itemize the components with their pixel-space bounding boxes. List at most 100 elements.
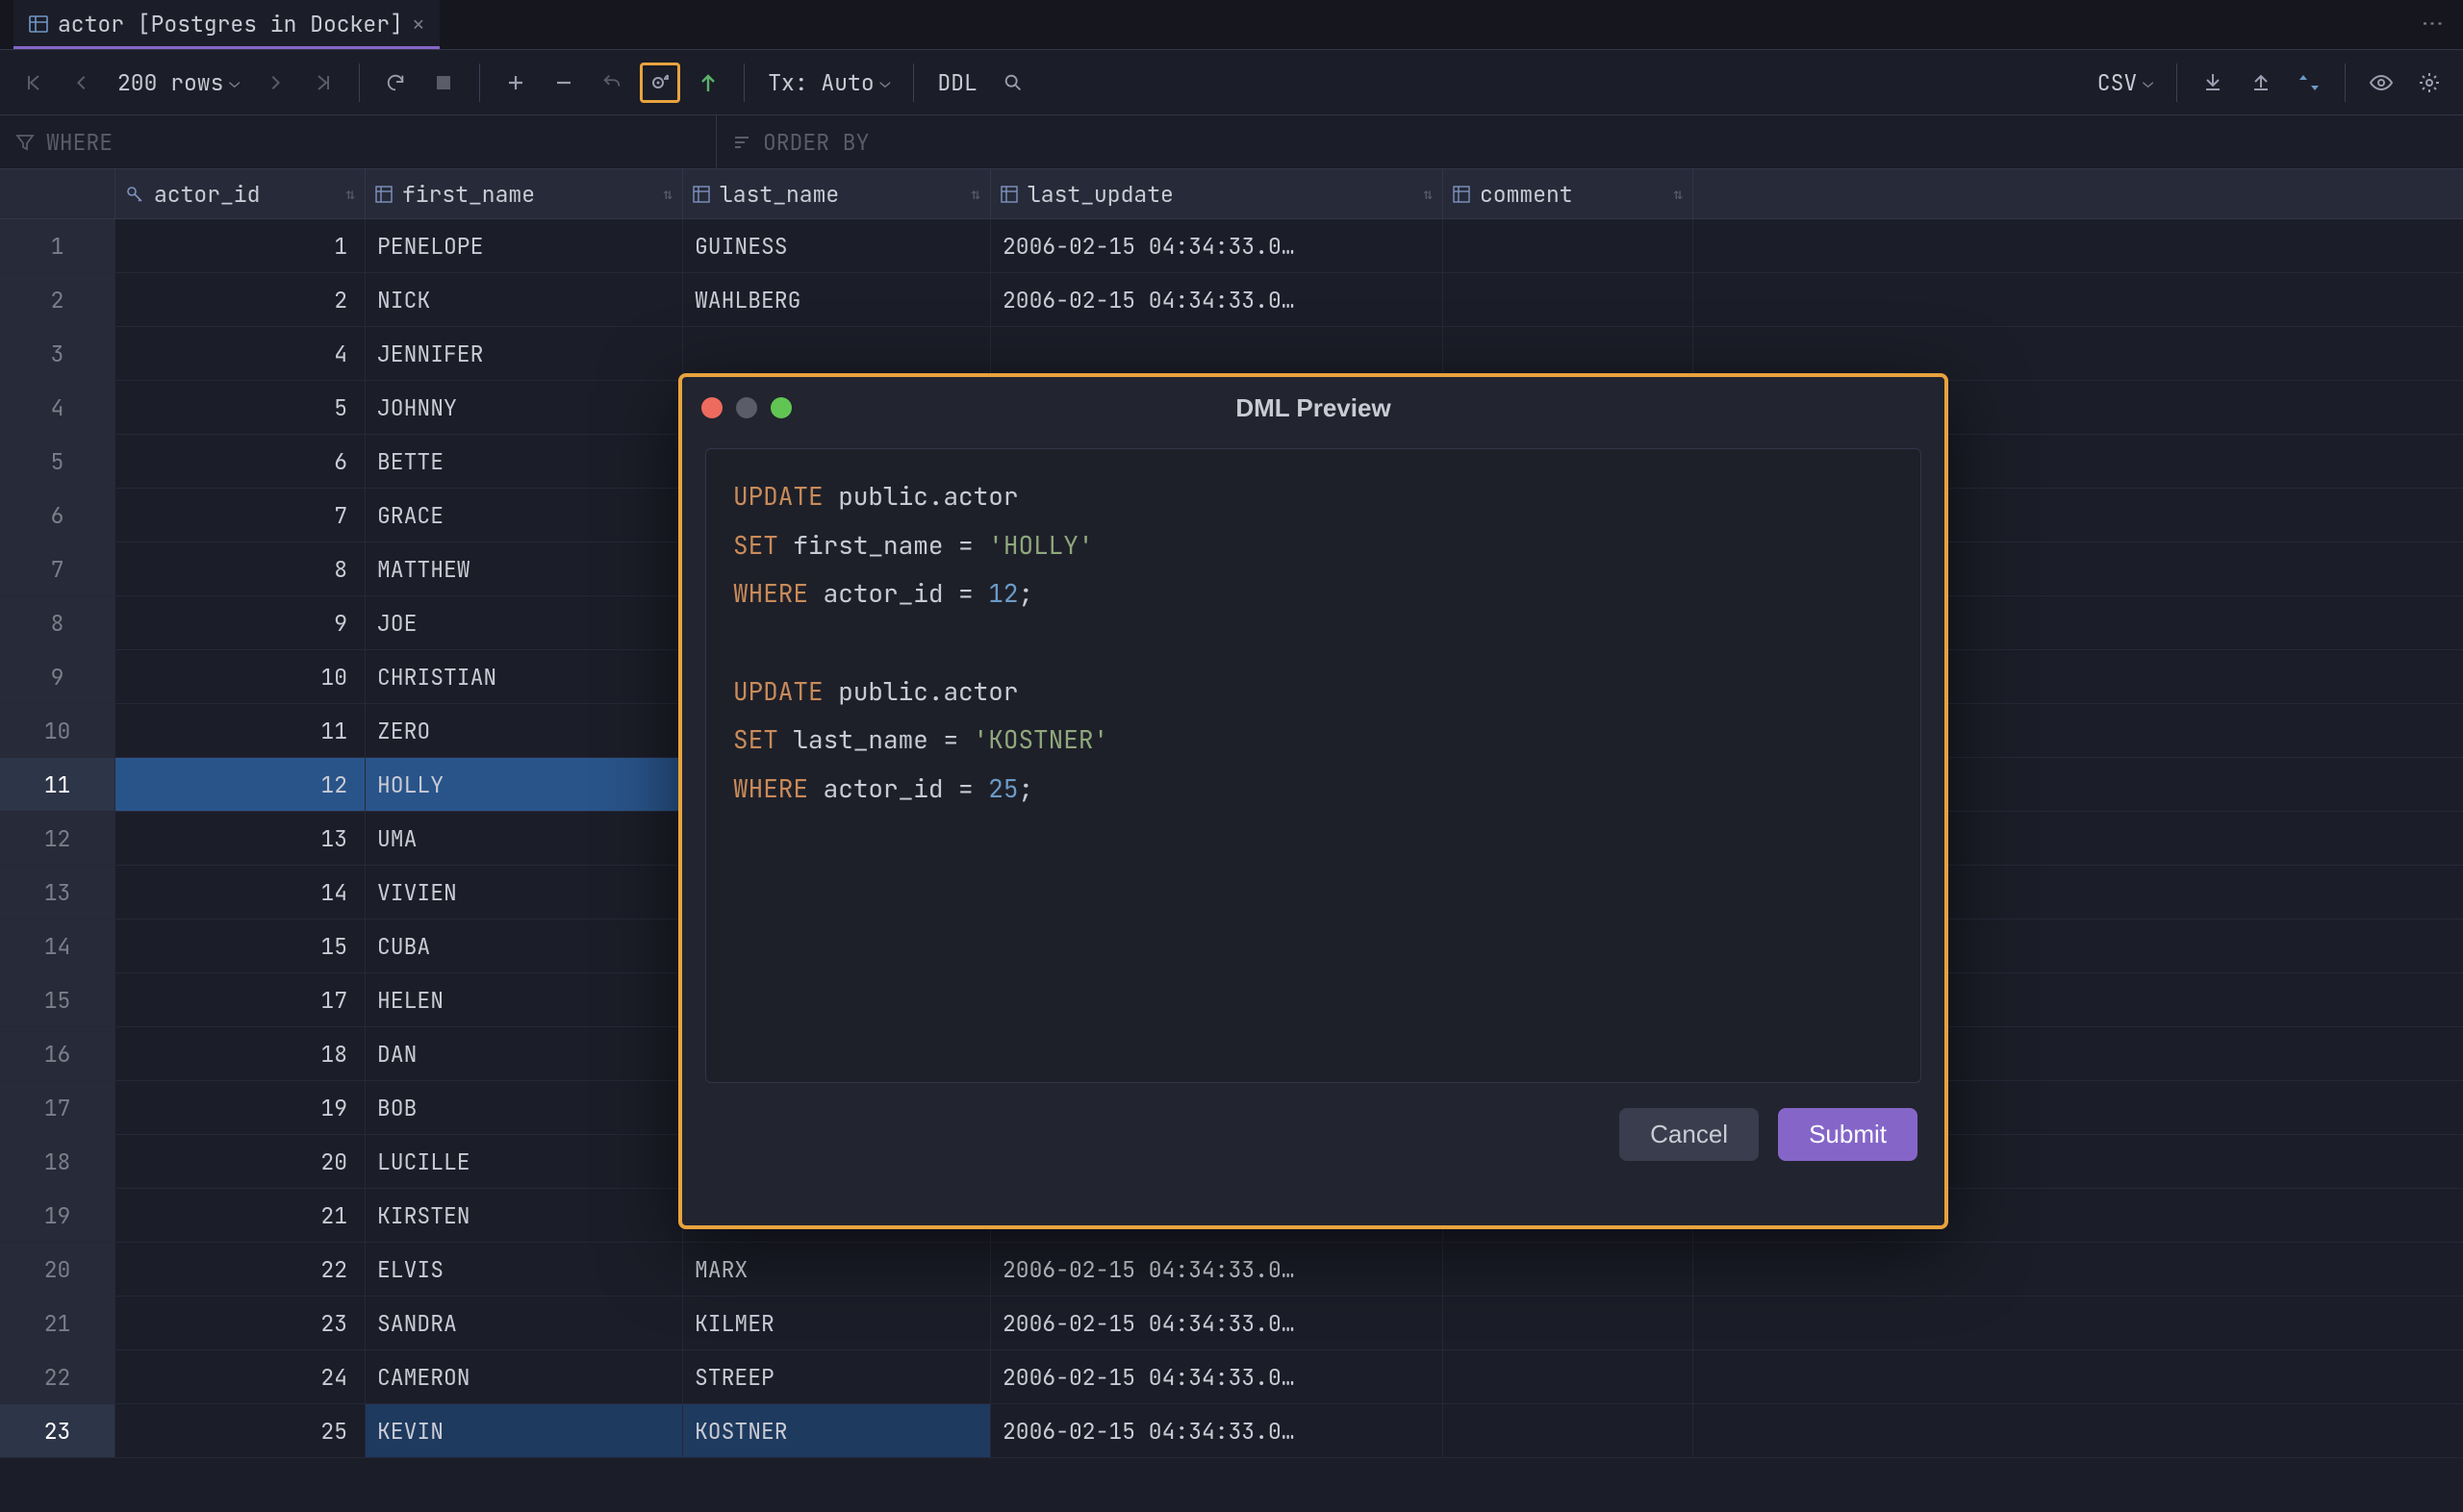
cell-first-name[interactable]: JOHNNY (366, 381, 683, 434)
sql-preview[interactable]: UPDATE public.actorSET first_name = 'HOL… (705, 448, 1921, 1083)
column-header-actor-id[interactable]: actor_id⇅ (115, 169, 366, 218)
row-number[interactable]: 21 (0, 1297, 115, 1349)
table-row[interactable]: 11PENELOPEGUINESS2006-02-15 04:34:33.0… (0, 219, 2463, 273)
cancel-button[interactable]: Cancel (1619, 1108, 1759, 1161)
table-row[interactable]: 2123SANDRAKILMER2006-02-15 04:34:33.0… (0, 1297, 2463, 1350)
cell-first-name[interactable]: JENNIFER (366, 327, 683, 380)
export-format-selector[interactable]: CSV⌄ (2090, 68, 2161, 97)
row-number[interactable]: 8 (0, 596, 115, 649)
cell-last-update[interactable]: 2006-02-15 04:34:33.0… (991, 219, 1443, 272)
cell-first-name[interactable]: KIRSTEN (366, 1189, 683, 1242)
cell-actor-id[interactable]: 1 (115, 219, 366, 272)
column-header-last-name[interactable]: last_name⇅ (683, 169, 991, 218)
cell-first-name[interactable]: HELEN (366, 973, 683, 1026)
row-number[interactable]: 6 (0, 489, 115, 542)
submit-button[interactable] (688, 63, 728, 103)
cell-last-name[interactable]: MARX (683, 1243, 991, 1296)
dialog-titlebar[interactable]: DML Preview (682, 377, 1944, 439)
cell-last-name[interactable]: WAHLBERG (683, 273, 991, 326)
tab-actor[interactable]: actor [Postgres in Docker] ✕ (13, 0, 440, 49)
cell-actor-id[interactable]: 12 (115, 758, 366, 811)
row-number[interactable]: 9 (0, 650, 115, 703)
cell-last-update[interactable]: 2006-02-15 04:34:33.0… (991, 1243, 1443, 1296)
tx-mode-selector[interactable]: Tx: Auto⌄ (760, 68, 898, 97)
row-number[interactable]: 1 (0, 219, 115, 272)
column-header-last-update[interactable]: last_update⇅ (991, 169, 1443, 218)
column-header-first-name[interactable]: first_name⇅ (366, 169, 683, 218)
cell-actor-id[interactable]: 15 (115, 920, 366, 972)
cell-first-name[interactable]: CUBA (366, 920, 683, 972)
cell-actor-id[interactable]: 22 (115, 1243, 366, 1296)
row-number[interactable]: 5 (0, 435, 115, 488)
row-number[interactable]: 18 (0, 1135, 115, 1188)
table-row[interactable]: 2224CAMERONSTREEP2006-02-15 04:34:33.0… (0, 1350, 2463, 1404)
row-number[interactable]: 23 (0, 1404, 115, 1457)
cell-actor-id[interactable]: 10 (115, 650, 366, 703)
cell-first-name[interactable]: KEVIN (366, 1404, 683, 1457)
revert-button[interactable] (592, 63, 632, 103)
row-number[interactable]: 2 (0, 273, 115, 326)
submit-button[interactable]: Submit (1778, 1108, 1917, 1161)
page-size-selector[interactable]: 200 rows⌄ (110, 68, 247, 97)
cell-first-name[interactable]: BOB (366, 1081, 683, 1134)
next-page-button[interactable] (255, 63, 295, 103)
row-number[interactable]: 4 (0, 381, 115, 434)
cell-first-name[interactable]: GRACE (366, 489, 683, 542)
cell-actor-id[interactable]: 14 (115, 866, 366, 919)
eye-icon[interactable] (2361, 63, 2401, 103)
row-number[interactable]: 22 (0, 1350, 115, 1403)
search-button[interactable] (993, 63, 1033, 103)
cell-comment[interactable] (1443, 1350, 1693, 1403)
cell-actor-id[interactable]: 4 (115, 327, 366, 380)
row-number[interactable]: 14 (0, 920, 115, 972)
gear-icon[interactable] (2409, 63, 2450, 103)
close-icon[interactable]: ✕ (413, 12, 424, 37)
window-close-button[interactable] (701, 397, 723, 418)
cell-actor-id[interactable]: 6 (115, 435, 366, 488)
cell-actor-id[interactable]: 5 (115, 381, 366, 434)
download-icon[interactable] (2193, 63, 2233, 103)
prev-page-button[interactable] (62, 63, 102, 103)
cell-actor-id[interactable]: 8 (115, 542, 366, 595)
cell-actor-id[interactable]: 21 (115, 1189, 366, 1242)
cell-last-name[interactable] (683, 327, 991, 380)
cell-comment[interactable] (1443, 327, 1693, 380)
cell-first-name[interactable]: UMA (366, 812, 683, 865)
cell-actor-id[interactable]: 20 (115, 1135, 366, 1188)
cell-actor-id[interactable]: 17 (115, 973, 366, 1026)
cell-first-name[interactable]: PENELOPE (366, 219, 683, 272)
cell-actor-id[interactable]: 7 (115, 489, 366, 542)
cell-first-name[interactable]: ZERO (366, 704, 683, 757)
table-row[interactable]: 22NICKWAHLBERG2006-02-15 04:34:33.0… (0, 273, 2463, 327)
row-number[interactable]: 17 (0, 1081, 115, 1134)
preview-pending-button[interactable] (640, 63, 680, 103)
row-number[interactable]: 20 (0, 1243, 115, 1296)
row-number[interactable]: 3 (0, 327, 115, 380)
cell-actor-id[interactable]: 13 (115, 812, 366, 865)
cell-first-name[interactable]: MATTHEW (366, 542, 683, 595)
cell-first-name[interactable]: NICK (366, 273, 683, 326)
cell-last-name[interactable]: GUINESS (683, 219, 991, 272)
cell-last-update[interactable] (991, 327, 1443, 380)
cell-last-update[interactable]: 2006-02-15 04:34:33.0… (991, 1404, 1443, 1457)
cell-first-name[interactable]: CHRISTIAN (366, 650, 683, 703)
cell-comment[interactable] (1443, 1404, 1693, 1457)
compare-icon[interactable] (2289, 63, 2329, 103)
row-number[interactable]: 7 (0, 542, 115, 595)
cell-comment[interactable] (1443, 273, 1693, 326)
cell-first-name[interactable]: HOLLY (366, 758, 683, 811)
cell-first-name[interactable]: LUCILLE (366, 1135, 683, 1188)
window-minimize-button[interactable] (736, 397, 757, 418)
cell-comment[interactable] (1443, 219, 1693, 272)
cell-actor-id[interactable]: 24 (115, 1350, 366, 1403)
ddl-button[interactable]: DDL (929, 68, 984, 97)
cell-last-update[interactable]: 2006-02-15 04:34:33.0… (991, 1297, 1443, 1349)
cell-actor-id[interactable]: 18 (115, 1027, 366, 1080)
row-number[interactable]: 16 (0, 1027, 115, 1080)
first-page-button[interactable] (13, 63, 54, 103)
reload-button[interactable] (375, 63, 416, 103)
cell-comment[interactable] (1443, 1243, 1693, 1296)
cell-last-name[interactable]: KILMER (683, 1297, 991, 1349)
cell-actor-id[interactable]: 9 (115, 596, 366, 649)
cell-actor-id[interactable]: 25 (115, 1404, 366, 1457)
